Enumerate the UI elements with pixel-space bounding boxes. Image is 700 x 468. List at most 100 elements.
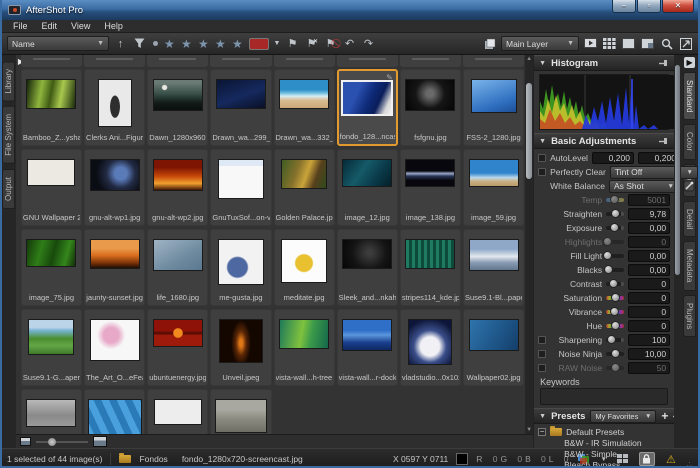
scroll-down-icon[interactable]: ▼ bbox=[525, 427, 533, 433]
thumbnail-cell[interactable]: vladstudio...0x1024.jpg bbox=[400, 309, 461, 386]
collapse-box-icon[interactable]: − bbox=[538, 428, 546, 436]
slider-track[interactable] bbox=[606, 282, 624, 286]
thumbnail-cell[interactable]: GNU Wallpaper 2.jpg bbox=[21, 149, 82, 226]
thumbnail-cell[interactable]: Dawn_1280x960.jpg bbox=[147, 69, 208, 146]
tab-standard[interactable]: Standard bbox=[683, 72, 696, 120]
star-icon[interactable]: ★ bbox=[181, 37, 194, 51]
small-thumbnail-icon[interactable] bbox=[20, 437, 31, 446]
slider-handle[interactable] bbox=[610, 195, 619, 204]
resize-grip[interactable]: ∴ bbox=[687, 461, 693, 468]
thumbnail-cell[interactable]: image_75.jpg bbox=[21, 229, 82, 306]
thumbnail-cell[interactable]: gnu-alt-wp2.jpg bbox=[147, 149, 208, 226]
thumbnail-cell[interactable] bbox=[210, 389, 271, 434]
collapse-triangle-icon[interactable]: ▼ bbox=[539, 138, 546, 145]
menu-item-view[interactable]: View bbox=[64, 21, 97, 31]
slider-track[interactable] bbox=[606, 212, 624, 216]
sharpening-checkbox[interactable] bbox=[538, 336, 546, 344]
tint-dropdown[interactable]: Tint Off▼ bbox=[610, 166, 698, 179]
tab-detail[interactable]: Detail bbox=[683, 201, 696, 237]
add-preset-button[interactable]: + bbox=[661, 409, 668, 423]
star-icon[interactable]: ★ bbox=[164, 37, 177, 51]
slider-value[interactable]: 0,00 bbox=[628, 250, 670, 262]
slider-track[interactable] bbox=[606, 240, 624, 244]
thumbnail-cell[interactable]: life_1680.jpg bbox=[147, 229, 208, 306]
thumbnail-cell[interactable]: Drawn_wa...332_.jpg bbox=[274, 69, 335, 146]
flag-reject-icon[interactable]: ⚑✕ bbox=[304, 36, 319, 51]
thumbnail-cell[interactable]: The_Art_O...eFear.jpg bbox=[84, 309, 145, 386]
thumbnail-cell[interactable] bbox=[21, 389, 82, 434]
noise-ninja-checkbox[interactable] bbox=[538, 350, 546, 358]
slider-handle[interactable] bbox=[611, 321, 620, 330]
combo-view-icon[interactable] bbox=[640, 36, 655, 51]
slider-handle[interactable] bbox=[48, 438, 56, 446]
layer-dropdown[interactable]: Main Layer▼ bbox=[501, 36, 579, 51]
slider-handle[interactable] bbox=[609, 279, 618, 288]
keywords-input[interactable] bbox=[540, 388, 668, 405]
thumbnail-cell[interactable]: FSS-2_1280.jpg bbox=[463, 69, 524, 146]
chevron-down-icon[interactable]: ▼ bbox=[273, 36, 281, 51]
thumbnail-size-slider[interactable] bbox=[36, 441, 88, 443]
thumbnail-cell[interactable]: ✎fondo_128...ncast.jpg bbox=[337, 69, 398, 146]
presets-header[interactable]: ▼ Presets My Favorites▼ + bbox=[534, 408, 674, 424]
slider-track[interactable] bbox=[606, 352, 624, 356]
thumbnail-cell-partial[interactable] bbox=[210, 55, 271, 67]
eyedropper-icon[interactable] bbox=[683, 180, 695, 192]
slider-handle[interactable] bbox=[603, 251, 612, 260]
pin-icon[interactable] bbox=[659, 59, 669, 68]
tab-plugins[interactable]: Plugins bbox=[683, 295, 696, 337]
slider-value[interactable]: 0 bbox=[628, 278, 670, 290]
thumbnail-cell[interactable]: GnuTuxSof...on-v1.jpg bbox=[210, 149, 271, 226]
slider-track[interactable] bbox=[606, 268, 624, 272]
preset-item[interactable]: B&W - IR Simulation bbox=[538, 437, 670, 448]
slider-handle[interactable] bbox=[603, 237, 612, 246]
maximize-button[interactable]: ▫ bbox=[637, 0, 661, 13]
tab-output[interactable]: Output bbox=[2, 169, 15, 209]
thumbnail-view-icon[interactable] bbox=[602, 36, 617, 51]
autolevel-value-1[interactable]: 0,200 bbox=[592, 152, 634, 164]
flag-clear-icon[interactable]: ⚑⃠ bbox=[323, 36, 338, 51]
thumbnail-cell[interactable]: image_59.jpg bbox=[463, 149, 524, 226]
thumbnail-cell[interactable]: Wallpaper02.jpg bbox=[463, 309, 524, 386]
menu-item-file[interactable]: File bbox=[6, 21, 35, 31]
slider-handle[interactable] bbox=[611, 209, 620, 218]
menu-item-edit[interactable]: Edit bbox=[35, 21, 65, 31]
thumbnail-cell[interactable]: Suse9.1-G...apers.jpg bbox=[21, 309, 82, 386]
fullscreen-icon[interactable] bbox=[678, 36, 693, 51]
thumbnail-cell-partial[interactable] bbox=[274, 55, 335, 67]
slider-track[interactable] bbox=[606, 310, 624, 314]
sort-ascending-icon[interactable]: ↑ bbox=[113, 36, 128, 51]
slider-track[interactable] bbox=[606, 254, 624, 258]
star-icon[interactable]: ★ bbox=[198, 37, 211, 51]
preset-folder-row[interactable]: −Default Presets bbox=[538, 426, 670, 437]
thumbnail-cell[interactable]: vista-wall...h-tree.jpg bbox=[274, 309, 335, 386]
slider-handle[interactable] bbox=[607, 335, 616, 344]
slider-value[interactable]: 100 bbox=[628, 334, 670, 346]
thumbnail-cell-partial[interactable] bbox=[400, 55, 461, 67]
thumbnail-cell[interactable] bbox=[84, 389, 145, 434]
slider-track[interactable] bbox=[606, 226, 624, 230]
scrollbar-thumb[interactable] bbox=[526, 83, 532, 179]
thumbnail-cell[interactable]: Bamboo_Z...ysha.jpg bbox=[21, 69, 82, 146]
thumbnail-cell[interactable] bbox=[147, 389, 208, 434]
tab-library[interactable]: Library bbox=[2, 61, 15, 101]
slider-value[interactable]: 0 bbox=[628, 306, 670, 318]
white-balance-dropdown[interactable]: As Shot▼ bbox=[609, 180, 679, 193]
slider-track[interactable] bbox=[606, 198, 624, 202]
single-view-icon[interactable] bbox=[621, 36, 636, 51]
filter-icon[interactable] bbox=[132, 36, 147, 51]
preset-item[interactable]: B&W - Simple bbox=[538, 448, 670, 459]
slider-handle[interactable] bbox=[604, 265, 613, 274]
presets-favorites-dropdown[interactable]: My Favorites▼ bbox=[590, 410, 656, 423]
slider-value[interactable]: 10,00 bbox=[628, 348, 670, 360]
slider-handle[interactable] bbox=[611, 349, 620, 358]
slider-handle[interactable] bbox=[611, 293, 620, 302]
thumbnail-cell-partial[interactable] bbox=[147, 55, 208, 67]
minimize-button[interactable]: – bbox=[612, 0, 636, 13]
tab-color[interactable]: Color bbox=[683, 124, 696, 159]
slider-value[interactable]: 0,00 bbox=[628, 222, 670, 234]
thumbnail-cell[interactable]: gnu-alt-wp1.jpg bbox=[84, 149, 145, 226]
raw-noise-checkbox[interactable] bbox=[538, 364, 546, 372]
thumbnail-cell[interactable]: fsfgnu.jpg bbox=[400, 69, 461, 146]
slider-value[interactable]: 0 bbox=[628, 292, 670, 304]
thumbnail-cell[interactable]: Golden Palace.jpg bbox=[274, 149, 335, 226]
